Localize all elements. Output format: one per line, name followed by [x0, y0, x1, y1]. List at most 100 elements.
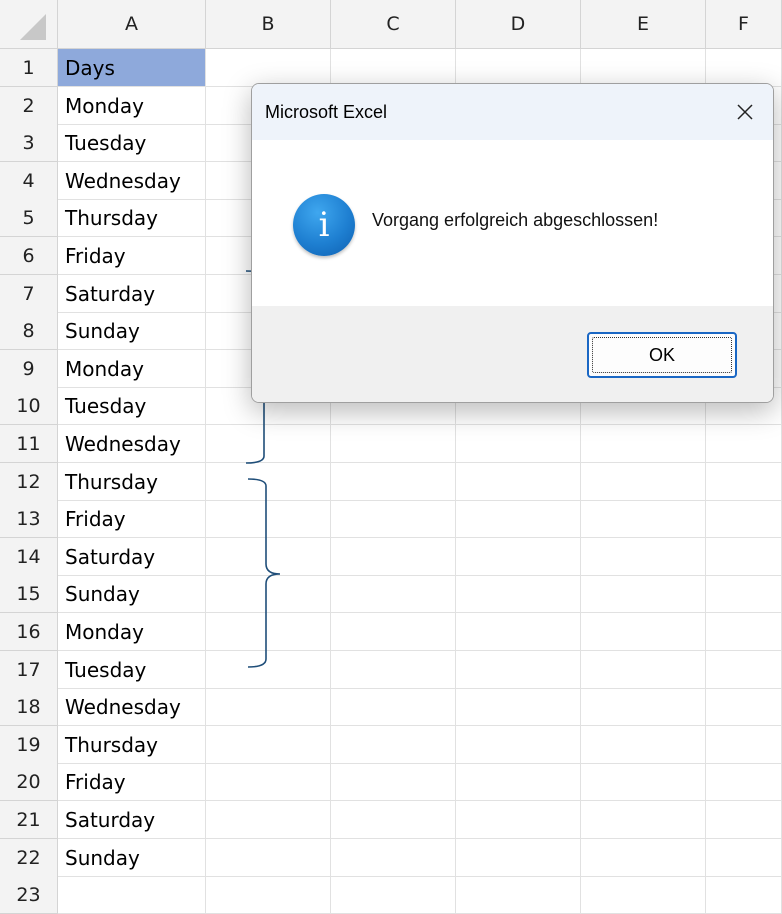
row-header[interactable]: 2 [0, 87, 58, 125]
column-header-d[interactable]: D [456, 0, 581, 49]
cell-day[interactable]: Monday [58, 87, 206, 125]
cell-day[interactable]: Saturday [58, 538, 206, 576]
row-header[interactable]: 14 [0, 538, 58, 576]
cell-empty[interactable] [331, 538, 456, 576]
cell-empty[interactable] [206, 763, 331, 801]
cell-day[interactable]: Thursday [58, 199, 206, 237]
row-header[interactable]: 21 [0, 801, 58, 839]
row-header[interactable]: 7 [0, 275, 58, 313]
cell-empty[interactable] [581, 49, 706, 87]
cell-empty[interactable] [456, 500, 581, 538]
cell-empty[interactable] [331, 425, 456, 463]
row-header[interactable]: 1 [0, 49, 58, 87]
cell-day[interactable]: Wednesday [58, 162, 206, 200]
cell-day[interactable]: Saturday [58, 275, 206, 313]
cell-day[interactable]: Sunday [58, 575, 206, 613]
cell-empty[interactable] [456, 688, 581, 726]
cell-day[interactable]: Wednesday [58, 425, 206, 463]
cell-empty[interactable] [581, 801, 706, 839]
cell-empty[interactable] [581, 839, 706, 877]
row-header[interactable]: 22 [0, 839, 58, 877]
cell-empty[interactable] [706, 538, 782, 576]
cell-empty[interactable] [581, 876, 706, 914]
cell-empty[interactable] [456, 801, 581, 839]
cell-empty[interactable] [331, 801, 456, 839]
cell-empty[interactable] [206, 876, 331, 914]
row-header[interactable]: 5 [0, 199, 58, 237]
cell-day[interactable]: Sunday [58, 839, 206, 877]
cell-empty[interactable] [706, 613, 782, 651]
cell-empty[interactable] [331, 49, 456, 87]
cell-day[interactable]: Thursday [58, 463, 206, 501]
column-header-b[interactable]: B [206, 0, 331, 49]
cell-empty[interactable] [581, 763, 706, 801]
cell-empty[interactable] [581, 425, 706, 463]
row-header[interactable]: 16 [0, 613, 58, 651]
cell-empty[interactable] [706, 763, 782, 801]
row-header[interactable]: 8 [0, 312, 58, 350]
cell-empty[interactable] [581, 651, 706, 689]
cell-day[interactable]: Monday [58, 350, 206, 388]
cell-empty[interactable] [581, 613, 706, 651]
row-header[interactable]: 11 [0, 425, 58, 463]
row-header[interactable]: 17 [0, 651, 58, 689]
cell-empty[interactable] [456, 538, 581, 576]
cell-empty[interactable] [706, 575, 782, 613]
cell-empty[interactable] [456, 763, 581, 801]
row-header[interactable]: 13 [0, 500, 58, 538]
cell-empty[interactable] [206, 688, 331, 726]
cell-day[interactable] [58, 876, 206, 914]
cell-empty[interactable] [456, 876, 581, 914]
cell-empty[interactable] [706, 500, 782, 538]
ok-button[interactable]: OK [587, 332, 737, 378]
cell-empty[interactable] [581, 575, 706, 613]
row-header[interactable]: 18 [0, 688, 58, 726]
column-header-f[interactable]: F [706, 0, 782, 49]
cell-day[interactable]: Saturday [58, 801, 206, 839]
cell-day[interactable]: Tuesday [58, 651, 206, 689]
cell-day[interactable]: Friday [58, 763, 206, 801]
row-header[interactable]: 15 [0, 575, 58, 613]
cell-empty[interactable] [331, 688, 456, 726]
cell-empty[interactable] [456, 575, 581, 613]
row-header[interactable]: 20 [0, 763, 58, 801]
cell-empty[interactable] [331, 500, 456, 538]
cell-day[interactable]: Tuesday [58, 124, 206, 162]
row-header[interactable]: 23 [0, 876, 58, 914]
cell-day[interactable]: Wednesday [58, 688, 206, 726]
cell-day[interactable]: Tuesday [58, 387, 206, 425]
cell-empty[interactable] [456, 613, 581, 651]
cell-empty[interactable] [206, 726, 331, 764]
cell-day[interactable]: Sunday [58, 312, 206, 350]
cell-day[interactable]: Friday [58, 237, 206, 275]
cell-empty[interactable] [706, 726, 782, 764]
cell-empty[interactable] [581, 463, 706, 501]
column-header-e[interactable]: E [581, 0, 706, 49]
row-header[interactable]: 3 [0, 124, 58, 162]
cell-empty[interactable] [706, 425, 782, 463]
cell-empty[interactable] [456, 651, 581, 689]
cell-empty[interactable] [331, 763, 456, 801]
cell-empty[interactable] [206, 801, 331, 839]
cell-empty[interactable] [456, 726, 581, 764]
cell-day[interactable]: Thursday [58, 726, 206, 764]
cell-empty[interactable] [331, 876, 456, 914]
row-header[interactable]: 10 [0, 387, 58, 425]
cell-empty[interactable] [706, 463, 782, 501]
row-header[interactable]: 4 [0, 162, 58, 200]
column-header-c[interactable]: C [331, 0, 456, 49]
cell-empty[interactable] [706, 876, 782, 914]
cell-empty[interactable] [456, 49, 581, 87]
dialog-title-bar[interactable]: Microsoft Excel [252, 84, 773, 140]
cell-empty[interactable] [581, 538, 706, 576]
cell-empty[interactable] [581, 500, 706, 538]
row-header[interactable]: 9 [0, 350, 58, 388]
row-header[interactable]: 19 [0, 726, 58, 764]
cell-empty[interactable] [581, 726, 706, 764]
cell-empty[interactable] [331, 613, 456, 651]
cell-empty[interactable] [581, 688, 706, 726]
cell-empty[interactable] [706, 839, 782, 877]
cell-empty[interactable] [331, 839, 456, 877]
cell-empty[interactable] [456, 463, 581, 501]
cell-empty[interactable] [706, 801, 782, 839]
